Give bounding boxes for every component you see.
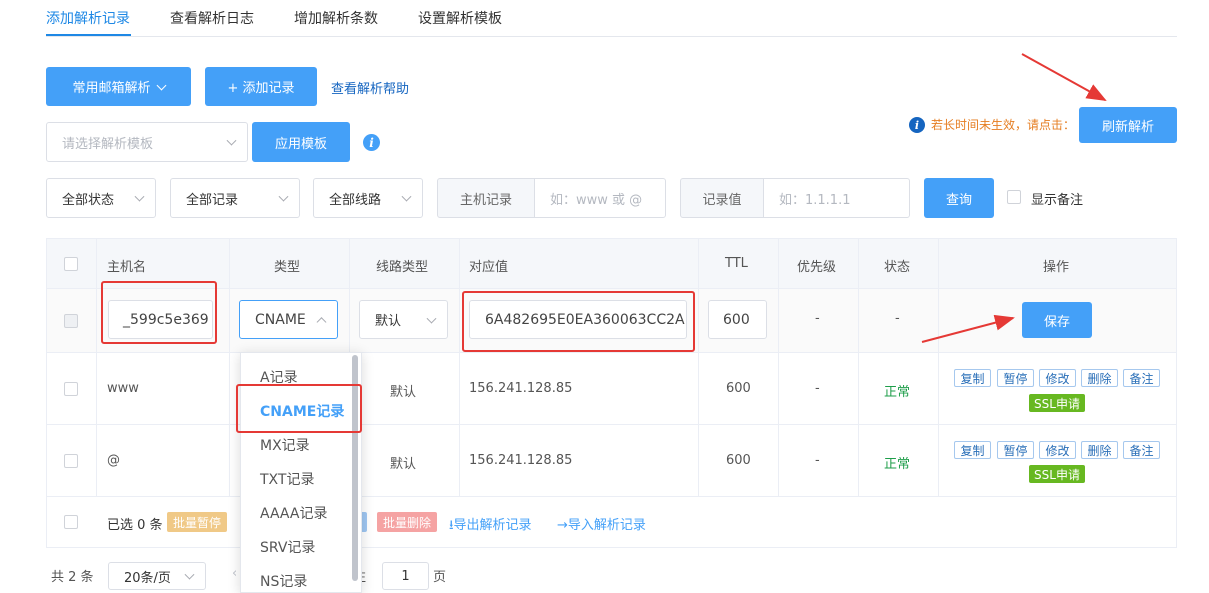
arrow-to-refresh-button (1021, 53, 1107, 101)
annotation-arrows (921, 53, 1107, 343)
arrow-to-save-button (921, 314, 1015, 343)
